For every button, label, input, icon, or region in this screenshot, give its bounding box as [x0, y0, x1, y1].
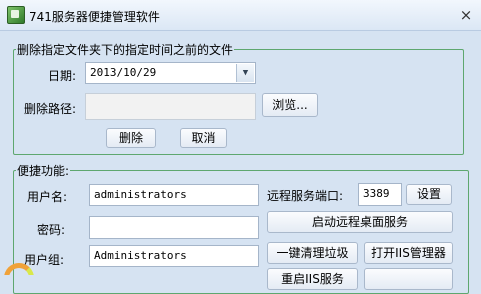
date-label: 日期:	[48, 69, 77, 83]
password-field[interactable]	[89, 216, 259, 239]
cleanup-button[interactable]: 一键清理垃圾	[267, 242, 358, 264]
extra-button[interactable]	[364, 268, 453, 290]
usergroup-field[interactable]: Administrators	[89, 245, 259, 267]
title-bar: 741服务器便捷管理软件 ×	[0, 0, 481, 31]
delete-path-field[interactable]	[85, 93, 256, 120]
logo-icon	[0, 259, 40, 275]
cancel-button[interactable]: 取消	[180, 128, 227, 148]
restart-iis-button[interactable]: 重启IIS服务	[267, 268, 358, 290]
settings-button[interactable]: 设置	[406, 184, 452, 205]
delete-button[interactable]: 删除	[106, 128, 156, 148]
date-picker[interactable]: 2013/10/29 ▼	[85, 62, 256, 84]
chevron-down-icon[interactable]: ▼	[236, 64, 254, 82]
close-icon[interactable]: ×	[458, 7, 474, 23]
remote-port-label: 远程服务端口:	[267, 189, 344, 203]
window-title: 741服务器便捷管理软件	[29, 10, 160, 24]
app-icon	[7, 6, 25, 24]
browse-button[interactable]: 浏览...	[262, 93, 318, 117]
delete-group-legend: 删除指定文件夹下的指定时间之前的文件	[17, 43, 234, 57]
password-label: 密码:	[37, 223, 66, 237]
start-remote-desktop-button[interactable]: 启动远程桌面服务	[267, 211, 453, 233]
username-field[interactable]: administrators	[89, 184, 259, 206]
date-value: 2013/10/29	[90, 66, 157, 79]
open-iis-manager-button[interactable]: 打开IIS管理器	[364, 242, 453, 264]
quick-group-legend: 便捷功能:	[17, 164, 70, 178]
path-label: 删除路径:	[24, 102, 77, 116]
remote-port-field[interactable]: 3389	[358, 183, 402, 206]
username-label: 用户名:	[27, 190, 68, 204]
